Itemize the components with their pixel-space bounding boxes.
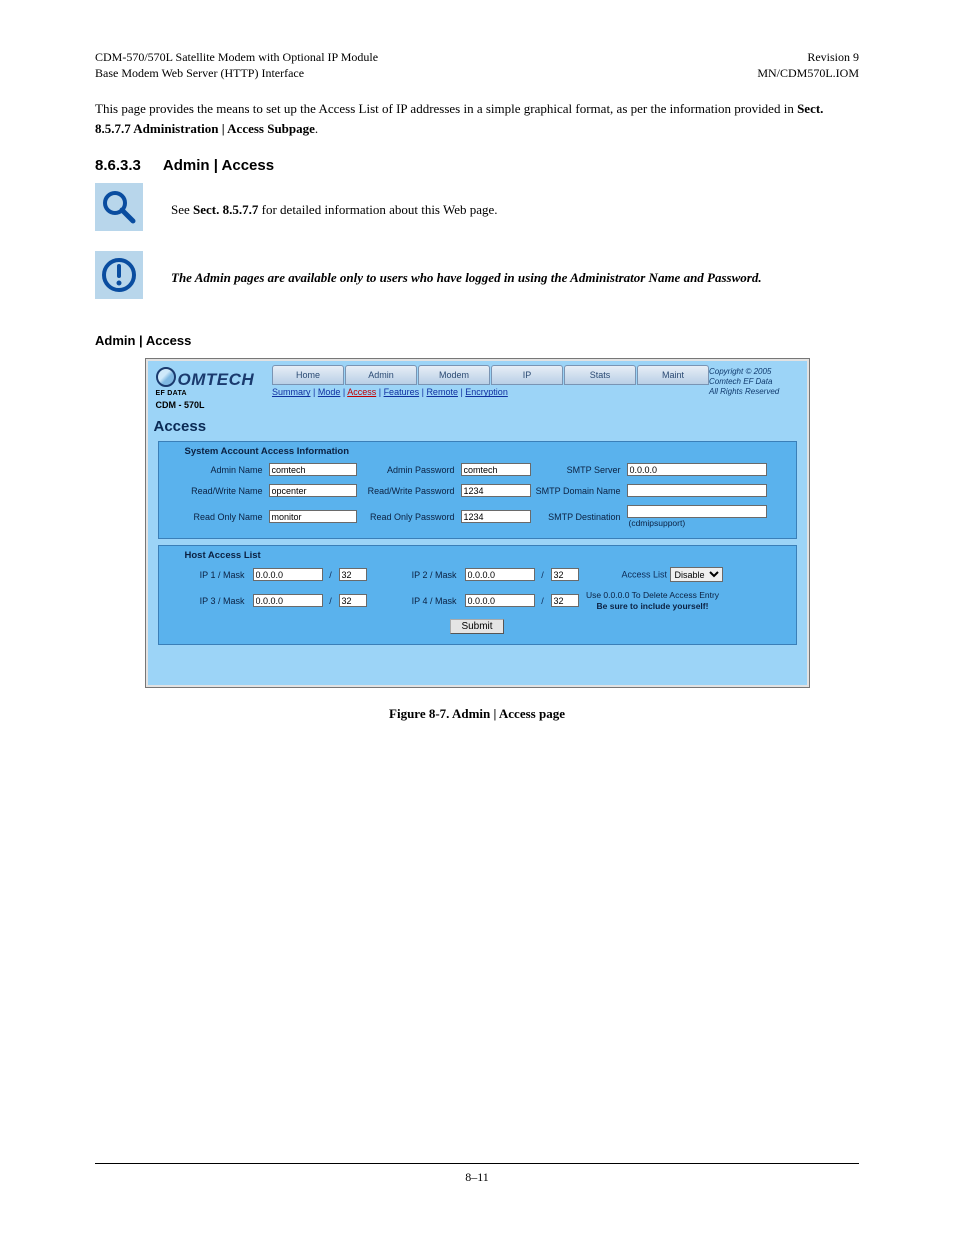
ip4-label: IP 4 / Mask <box>371 596 461 606</box>
tab-maint[interactable]: Maint <box>637 365 709 385</box>
doc-header-right-1: Revision 9 <box>757 50 859 66</box>
ip4-mask-input[interactable] <box>551 594 579 607</box>
subhead-access: Admin | Access <box>95 333 859 348</box>
panel-host-access-list: Host Access List IP 1 / Mask / IP 2 / Ma… <box>158 545 797 644</box>
ip4-input[interactable] <box>465 594 535 607</box>
ip3-mask-input[interactable] <box>339 594 367 607</box>
smtp-server-label: SMTP Server <box>533 465 625 475</box>
access-list-label: Access List <box>621 570 667 580</box>
subtab-features[interactable]: Features <box>384 387 420 397</box>
subtab-summary[interactable]: Summary <box>272 387 311 397</box>
subtab-access[interactable]: Access <box>347 387 376 397</box>
logo: OMTECH EF DATA CDM - 570L <box>156 365 272 410</box>
page-title: Access <box>148 410 807 441</box>
rw-password-label: Read/Write Password <box>359 486 459 496</box>
rw-name-input[interactable] <box>269 484 357 497</box>
doc-header: CDM-570/570L Satellite Modem with Option… <box>95 50 859 81</box>
ip3-slash: / <box>327 596 335 606</box>
doc-header-right-2: MN/CDM570L.IOM <box>757 66 859 82</box>
intro-text: This page provides the means to set up t… <box>95 101 797 116</box>
ro-name-label: Read Only Name <box>179 512 267 522</box>
ip1-slash: / <box>327 570 335 580</box>
smtp-domain-label: SMTP Domain Name <box>533 486 625 496</box>
ip3-input[interactable] <box>253 594 323 607</box>
ip2-input[interactable] <box>465 568 535 581</box>
ip2-label: IP 2 / Mask <box>371 570 461 580</box>
panel-head-system: System Account Access Information <box>159 442 796 463</box>
globe-icon <box>156 367 176 387</box>
note-see-row: See Sect. 8.5.7.7 for detailed informati… <box>95 183 859 237</box>
tab-admin[interactable]: Admin <box>345 365 417 385</box>
rw-password-input[interactable] <box>461 484 531 497</box>
ro-password-input[interactable] <box>461 510 531 523</box>
tab-stats[interactable]: Stats <box>564 365 636 385</box>
figure-caption: Figure 8-7. Admin | Access page <box>95 706 859 722</box>
panel-head-hal: Host Access List <box>159 546 796 567</box>
doc-header-left-2: Base Modem Web Server (HTTP) Interface <box>95 66 378 82</box>
access-list-select[interactable]: Disable <box>670 567 723 582</box>
brand-model: CDM - 570L <box>156 400 272 410</box>
ip3-label: IP 3 / Mask <box>179 596 249 606</box>
admin-name-label: Admin Name <box>179 465 267 475</box>
admin-password-input[interactable] <box>461 463 531 476</box>
tab-home[interactable]: Home <box>272 365 344 385</box>
copyright: Copyright © 2005 Comtech EF Data All Rig… <box>709 365 801 396</box>
tabs: Home Admin Modem IP Stats Maint <box>272 365 709 385</box>
brand-sub: EF DATA <box>156 390 272 397</box>
rw-name-label: Read/Write Name <box>179 486 267 496</box>
magnifier-icon <box>95 183 143 231</box>
admin-password-label: Admin Password <box>359 465 459 475</box>
doc-header-left-1: CDM-570/570L Satellite Modem with Option… <box>95 50 378 66</box>
subtab-remote[interactable]: Remote <box>426 387 458 397</box>
intro-paragraph: This page provides the means to set up t… <box>95 99 859 139</box>
submit-button[interactable]: Submit <box>450 619 503 634</box>
ip1-mask-input[interactable] <box>339 568 367 581</box>
note-see-text: See Sect. 8.5.7.7 for detailed informati… <box>171 202 498 218</box>
tab-ip[interactable]: IP <box>491 365 563 385</box>
ro-password-label: Read Only Password <box>359 512 459 522</box>
alert-icon <box>95 251 143 299</box>
page-number: 8–11 <box>95 1163 859 1185</box>
admin-name-input[interactable] <box>269 463 357 476</box>
ip4-slash: / <box>539 596 547 606</box>
screenshot: OMTECH EF DATA CDM - 570L Home Admin Mod… <box>145 358 810 687</box>
ip2-mask-input[interactable] <box>551 568 579 581</box>
smtp-dest-hint: (cdmipsupport) <box>627 518 777 528</box>
note-admin-row: The Admin pages are available only to us… <box>95 251 859 305</box>
smtp-domain-input[interactable] <box>627 484 767 497</box>
smtp-server-input[interactable] <box>627 463 767 476</box>
ip2-slash: / <box>539 570 547 580</box>
panel-system-account: System Account Access Information Admin … <box>158 441 797 539</box>
subtab-encryption[interactable]: Encryption <box>465 387 508 397</box>
tab-modem[interactable]: Modem <box>418 365 490 385</box>
ro-name-input[interactable] <box>269 510 357 523</box>
subtab-mode[interactable]: Mode <box>318 387 341 397</box>
intro-tail: . <box>315 121 318 136</box>
smtp-dest-label: SMTP Destination <box>533 512 625 522</box>
access-list-msg: Use 0.0.0.0 To Delete Access Entry Be su… <box>583 590 723 610</box>
section-heading: 8.6.3.3 Admin | Access <box>95 157 859 175</box>
smtp-dest-input[interactable] <box>627 505 767 518</box>
section-title: Admin | Access <box>163 157 274 174</box>
subtabs: Summary | Mode | Access | Features | Rem… <box>272 387 709 397</box>
note-admin-text: The Admin pages are available only to us… <box>171 270 762 286</box>
ip1-label: IP 1 / Mask <box>179 570 249 580</box>
ip1-input[interactable] <box>253 568 323 581</box>
brand-text: OMTECH <box>178 370 255 389</box>
section-number: 8.6.3.3 <box>95 157 141 174</box>
